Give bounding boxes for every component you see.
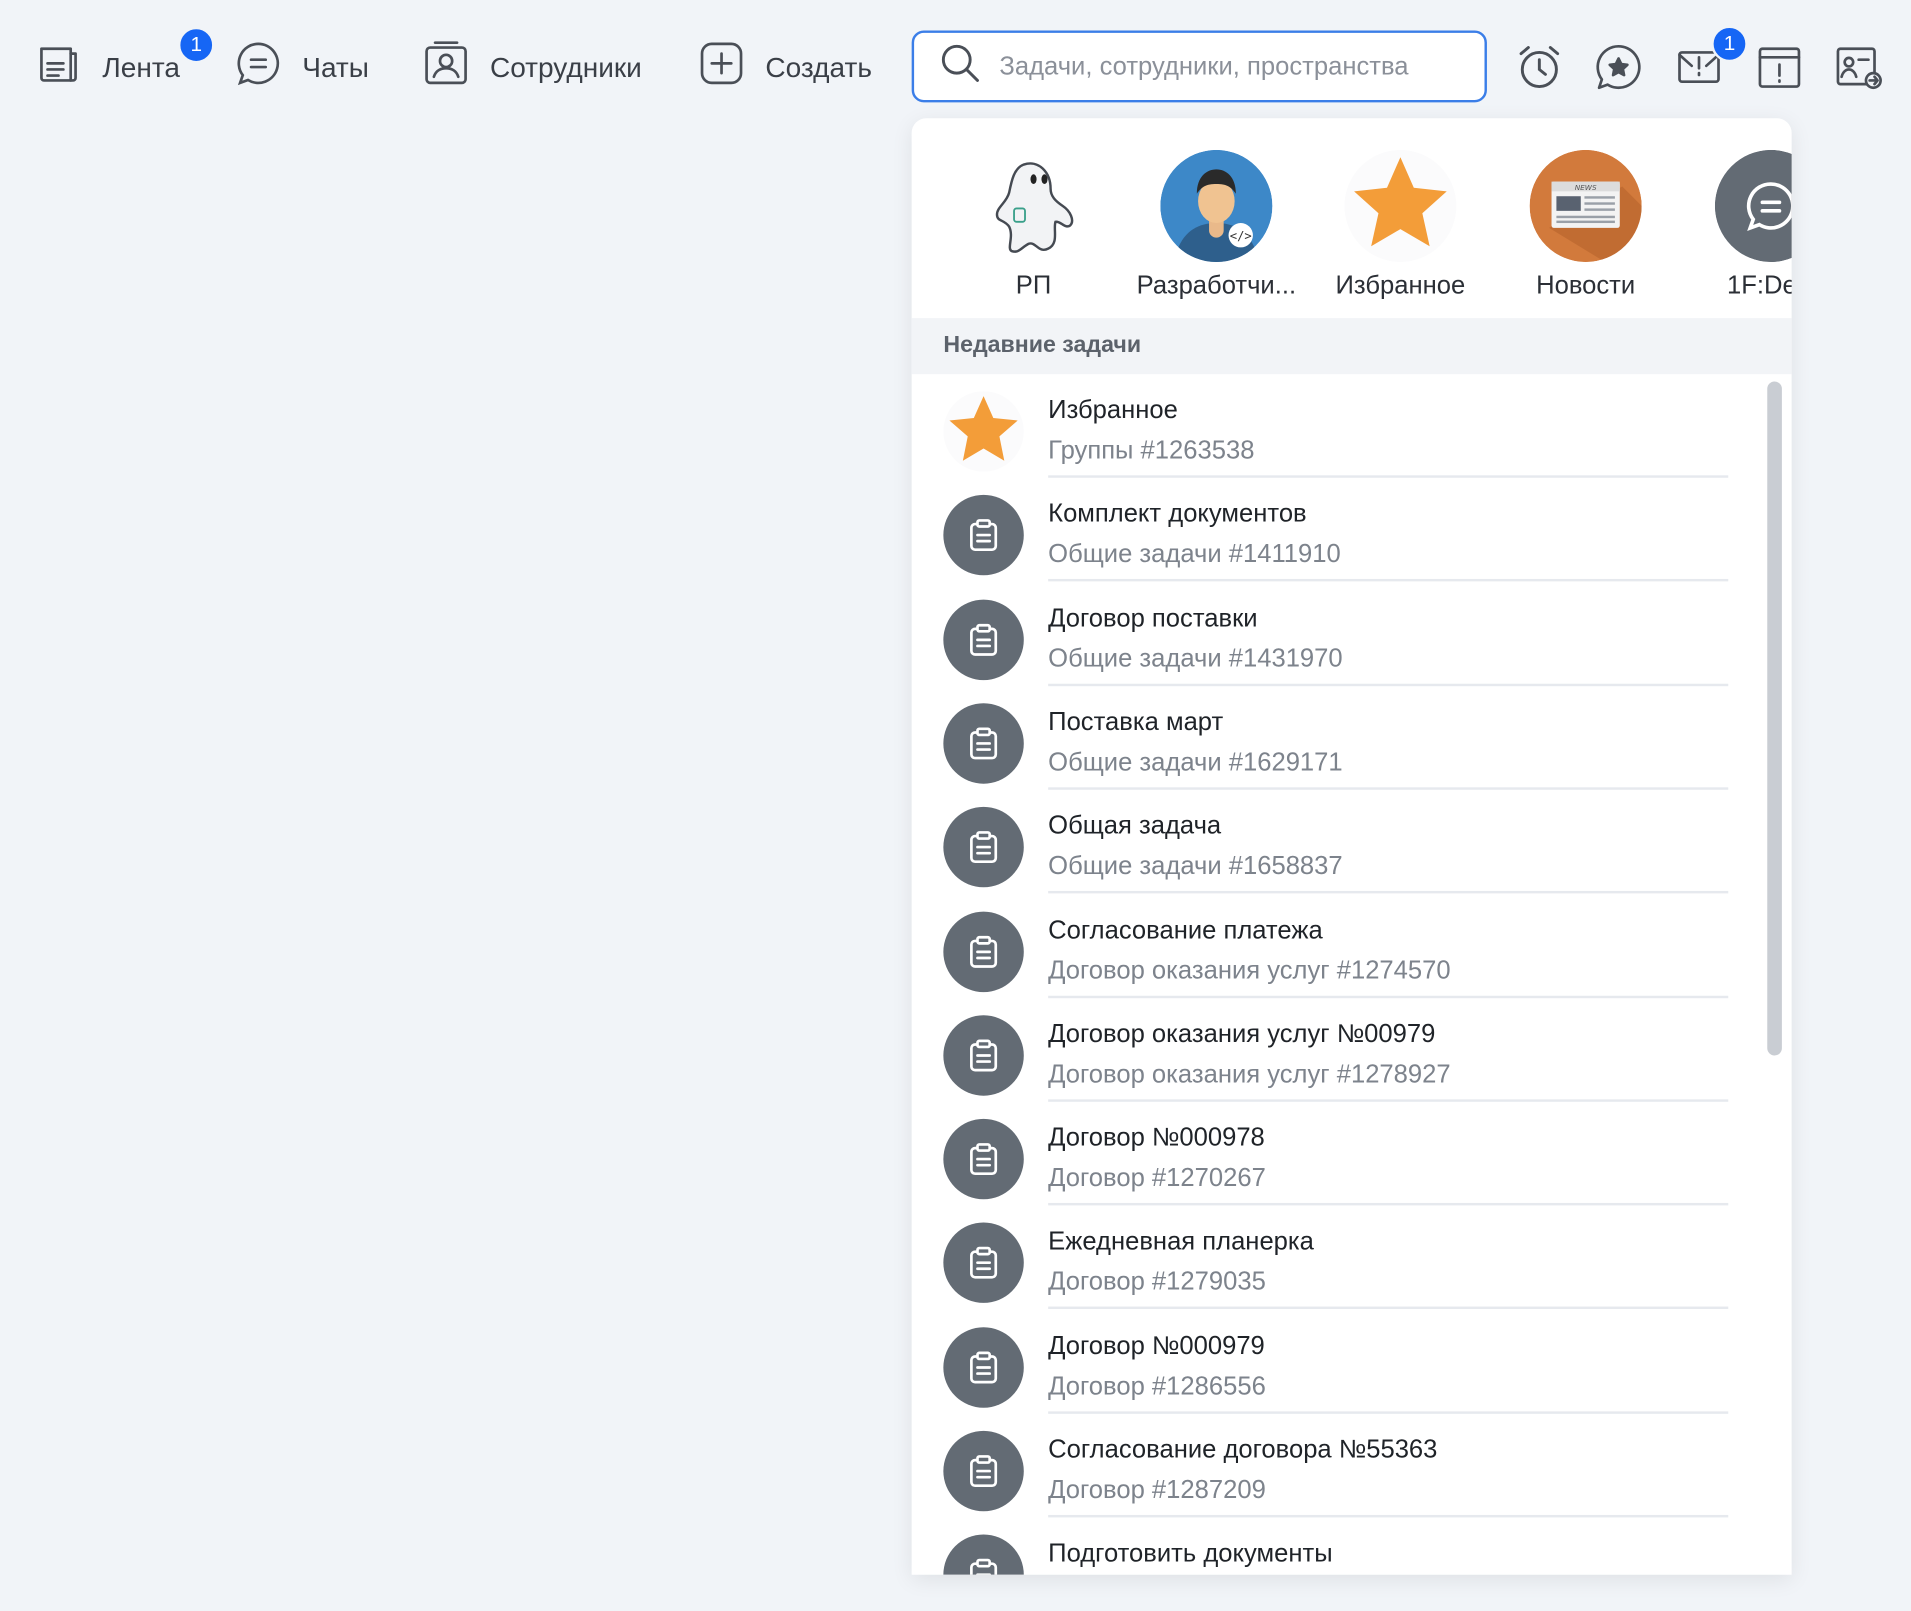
- star-icon: [943, 391, 1024, 472]
- recent-tasks-list[interactable]: Избранное Группы #1263538 Комплект докумен…: [912, 374, 1765, 1575]
- nav-employees[interactable]: Сотрудники: [422, 37, 642, 98]
- task-title: Комплект документов: [1048, 500, 1307, 529]
- search-box[interactable]: [911, 30, 1487, 103]
- scrollbar-thumb[interactable]: [1767, 381, 1782, 1056]
- task-title: Подготовить документы: [1048, 1539, 1333, 1568]
- task-subtitle: Договор #1279035: [1048, 1268, 1266, 1297]
- clipboard-icon: [943, 1326, 1024, 1408]
- important-button[interactable]: [1755, 43, 1804, 92]
- task-title: Поставка март: [1048, 707, 1224, 737]
- top-bar: Лента 1 Чаты Сотрудники Создать Задачи, …: [0, 0, 1911, 134]
- task-subtitle: Договор оказания услуг #1274570: [1048, 956, 1451, 985]
- clipboard-icon: [943, 1430, 1024, 1512]
- task-row[interactable]: Согласование договора №55363 Договор #128…: [912, 1414, 1765, 1518]
- task-subtitle: Договор #1287209: [1048, 1475, 1266, 1504]
- alarm-clock-button[interactable]: [1515, 43, 1564, 92]
- clipboard-icon: [943, 599, 1024, 680]
- favorite-item[interactable]: 1F:De: [1673, 149, 1792, 301]
- svg-text:NEWS: NEWS: [1575, 183, 1597, 192]
- news-icon: NEWS: [1529, 149, 1642, 263]
- star-bubble-icon: [1596, 44, 1641, 90]
- task-title: Договор №000978: [1048, 1123, 1265, 1152]
- recent-tasks-header: Недавние задачи: [911, 318, 1792, 375]
- plus-square-icon: [697, 39, 746, 95]
- favorite-label: Избранное: [1335, 271, 1466, 300]
- favorite-item[interactable]: РП: [936, 149, 1131, 301]
- contact-card-icon: [422, 39, 471, 95]
- search-dropdown: РП </> Разработчи... Избранное NEWS Ново…: [911, 118, 1792, 1575]
- task-row[interactable]: Ежедневная планерка Договор #1279035: [912, 1206, 1765, 1310]
- chat-icon: [1714, 149, 1792, 263]
- clipboard-icon: [943, 1015, 1024, 1096]
- svg-text:</>: </>: [1230, 229, 1252, 243]
- task-row[interactable]: Подготовить документы: [912, 1518, 1765, 1575]
- task-title: Договор №000979: [1048, 1331, 1265, 1360]
- task-subtitle: Группы #1263538: [1048, 436, 1255, 465]
- clipboard-icon: [943, 807, 1024, 888]
- starred-messages-button[interactable]: [1594, 43, 1643, 92]
- clipboard-icon: [943, 911, 1024, 992]
- calendar-alert-icon: [1758, 47, 1801, 88]
- developer-avatar-icon: </>: [1160, 149, 1273, 263]
- task-row[interactable]: Согласование платежа Договор оказания усл…: [912, 894, 1765, 998]
- task-title: Договор поставки: [1048, 604, 1258, 633]
- feed-icon: [34, 39, 83, 95]
- task-row[interactable]: Поставка март Общие задачи #1629171: [912, 686, 1765, 790]
- task-row[interactable]: Договор поставки Общие задачи #1431970: [912, 582, 1765, 686]
- task-subtitle: Договор #1286556: [1048, 1371, 1266, 1401]
- favorite-item[interactable]: </> Разработчи...: [1119, 149, 1314, 301]
- logout-button[interactable]: [1834, 43, 1883, 92]
- task-title: Избранное: [1048, 396, 1178, 425]
- star-icon: [1344, 149, 1457, 263]
- task-title: Общая задача: [1048, 811, 1222, 840]
- task-subtitle: Общие задачи #1411910: [1048, 540, 1341, 569]
- task-subtitle: Договор оказания услуг #1278927: [1048, 1060, 1451, 1089]
- task-row[interactable]: Комплект документов Общие задачи #1411910: [912, 478, 1765, 582]
- chat-bubble-icon: [234, 39, 283, 95]
- favorite-label: 1F:De: [1727, 271, 1792, 300]
- task-subtitle: Общие задачи #1629171: [1048, 748, 1343, 777]
- notifications-button[interactable]: 1: [1675, 25, 1748, 92]
- nav-chats-label: Чаты: [302, 50, 369, 83]
- task-row[interactable]: Общая задача Общие задачи #1658837: [912, 790, 1765, 894]
- nav-chats[interactable]: Чаты: [234, 37, 369, 98]
- task-row[interactable]: Договор №000979 Договор #1286556: [912, 1310, 1765, 1414]
- nav-create-label: Создать: [765, 50, 872, 83]
- search-input[interactable]: [999, 51, 1463, 82]
- task-title: Согласование платежа: [1048, 915, 1323, 944]
- task-subtitle: Общие задачи #1431970: [1048, 644, 1343, 673]
- clipboard-icon: [943, 703, 1024, 784]
- task-row[interactable]: Договор №000978 Договор #1270267: [912, 1102, 1765, 1206]
- task-row[interactable]: Избранное Группы #1263538: [912, 374, 1765, 478]
- feed-badge: 1: [177, 26, 215, 64]
- nav-employees-label: Сотрудники: [489, 50, 642, 83]
- profile-exit-icon: [1836, 47, 1882, 90]
- task-title: Договор оказания услуг №00979: [1048, 1019, 1436, 1048]
- clipboard-icon: [943, 1222, 1024, 1304]
- favorite-label: Новости: [1536, 271, 1636, 300]
- favorite-item[interactable]: Избранное: [1303, 149, 1498, 301]
- favorites-strip: РП </> Разработчи... Избранное NEWS Ново…: [912, 118, 1792, 318]
- clipboard-icon: [943, 1118, 1024, 1200]
- favorite-label: Разработчи...: [1136, 271, 1297, 300]
- mail-badge: 1: [1711, 25, 1748, 63]
- task-subtitle: Общие задачи #1658837: [1048, 852, 1343, 881]
- task-title: Согласование договора №55363: [1048, 1435, 1438, 1464]
- app-root: Лента 1 Чаты Сотрудники Создать Задачи, …: [0, 0, 1911, 1611]
- nav-feed[interactable]: Лента 1: [34, 26, 215, 98]
- alarm-clock-icon: [1519, 46, 1560, 88]
- task-row[interactable]: Договор оказания услуг №00979 Договор ока…: [912, 998, 1765, 1102]
- favorite-item[interactable]: NEWS Новости: [1488, 149, 1683, 301]
- search-icon: [938, 41, 982, 91]
- nav-create[interactable]: Создать: [697, 37, 872, 98]
- task-title: Ежедневная планерка: [1048, 1227, 1314, 1256]
- favorite-label: РП: [1015, 271, 1052, 300]
- clipboard-icon: [943, 495, 1024, 576]
- ghost-avatar-icon: [977, 149, 1090, 263]
- clipboard-icon: [943, 1534, 1024, 1575]
- nav-feed-label: Лента: [102, 50, 180, 83]
- task-subtitle: Договор #1270267: [1048, 1164, 1266, 1193]
